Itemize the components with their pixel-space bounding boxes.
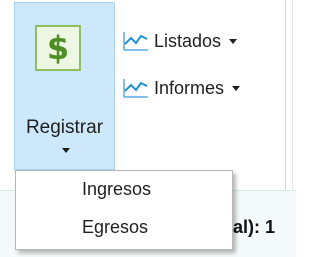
menu-item-label: Egresos [82,217,149,237]
menu-item-label: Ingresos [82,179,152,199]
ribbon-separator [285,0,286,190]
chevron-down-icon [229,38,238,44]
registrar-label: Registrar [25,117,104,138]
ribbon-group: $ Registrar Listados Informes [0,0,296,190]
registrar-button[interactable]: $ Registrar [14,2,115,170]
chevron-down-icon [62,148,70,153]
ribbon-separator [292,0,293,190]
dollar-icon: $ [35,25,81,71]
chevron-down-icon [232,85,241,91]
menu-item-ingresos[interactable]: Ingresos [16,173,232,207]
line-chart-icon [123,32,148,51]
registrar-dropdown-menu: Ingresos Egresos [15,170,233,250]
listados-button[interactable]: Listados [122,26,238,56]
informes-label: Informes [154,77,225,98]
menu-item-egresos[interactable]: Egresos [16,211,232,245]
line-chart-icon [123,79,148,98]
listados-label: Listados [154,30,222,51]
informes-button[interactable]: Informes [122,73,241,103]
